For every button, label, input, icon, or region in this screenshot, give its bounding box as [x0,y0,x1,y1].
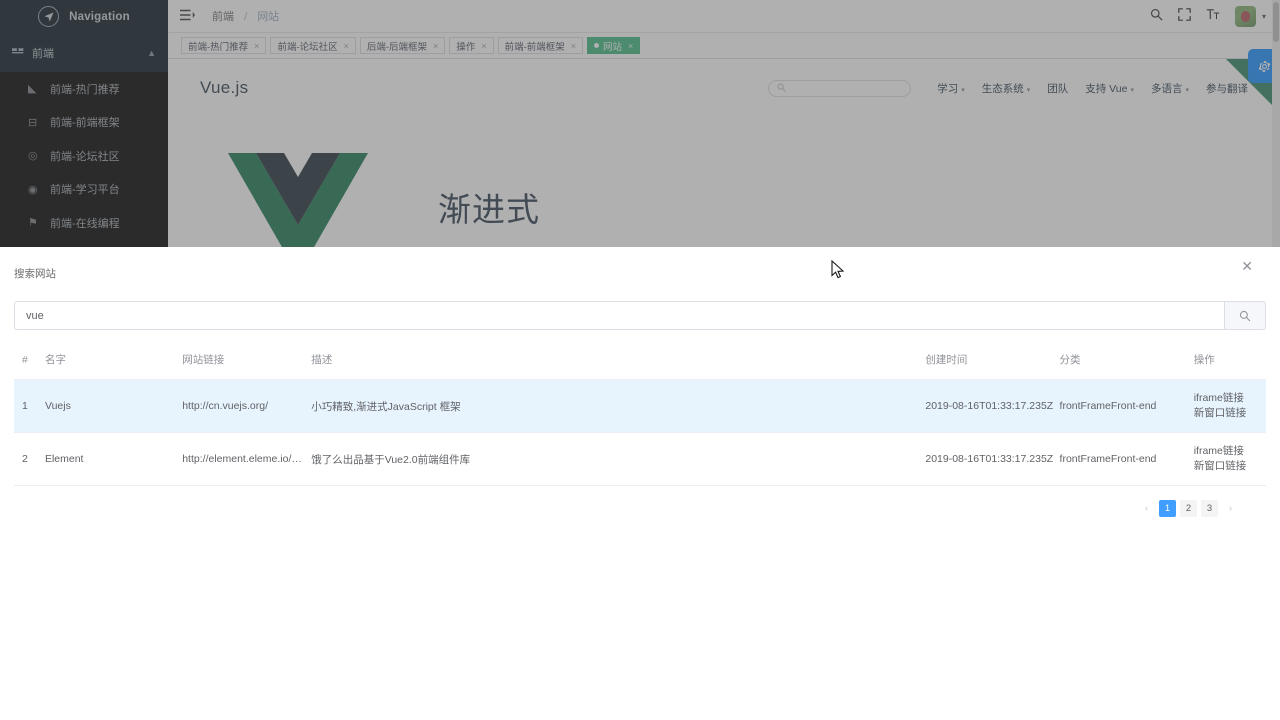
column-header-category: 分类 [1059,352,1194,380]
close-icon[interactable]: ✕ [1241,259,1253,273]
pagination-prev[interactable]: ‹ [1138,500,1155,517]
cell-ops: iframe链接 新窗口链接 [1193,379,1266,433]
table-header-row: # 名字 网站链接 描述 创建时间 分类 操作 [14,352,1266,380]
cell-link: http://element.eleme.io/#/z... [182,432,312,486]
cell-link-text: http://cn.vuejs.org/ [182,400,269,412]
column-header-link: 网站链接 [182,352,312,380]
cell-link-text: http://element.eleme.io/#/z... [182,453,303,465]
new-window-link-button[interactable]: 新窗口链接 [1194,459,1266,474]
results-table: # 名字 网站链接 描述 创建时间 分类 操作 1 Vuejs http://c… [14,352,1266,486]
cell-index: 1 [14,379,45,433]
column-header-ops: 操作 [1193,352,1266,380]
cell-category: frontFrameFront-end [1059,379,1194,433]
column-header-desc: 描述 [311,352,926,380]
column-header-created: 创建时间 [925,352,1060,380]
dialog-title: 搜索网站 [14,268,56,280]
table-body: 1 Vuejs http://cn.vuejs.org/ 小巧精致,渐进式Jav… [14,379,1266,486]
cell-link: http://cn.vuejs.org/ [182,379,312,433]
iframe-link-button[interactable]: iframe链接 [1194,391,1266,406]
cell-desc: 小巧精致,渐进式JavaScript 框架 [311,379,926,433]
column-header-name: 名字 [44,352,183,380]
new-window-link-button[interactable]: 新窗口链接 [1194,406,1266,421]
cell-created: 2019-08-16T01:33:17.235Z [925,379,1060,433]
dialog-body: # 名字 网站链接 描述 创建时间 分类 操作 1 Vuejs http://c… [0,287,1280,517]
iframe-link-button[interactable]: iframe链接 [1194,444,1266,459]
cell-name: Vuejs [44,379,183,433]
dialog-header: 搜索网站 ✕ [0,247,1280,287]
search-website-dialog: 搜索网站 ✕ # 名字 网站链接 描述 创建时间 分类 [0,247,1280,720]
pagination-page-1[interactable]: 1 [1159,500,1176,517]
mouse-cursor [831,259,845,285]
cell-index: 2 [14,432,45,486]
column-header-index: # [14,352,45,380]
pagination: ‹ 1 2 3 › [14,486,1266,517]
cell-ops: iframe链接 新窗口链接 [1193,432,1266,486]
search-input[interactable] [14,301,1224,330]
table-row[interactable]: 1 Vuejs http://cn.vuejs.org/ 小巧精致,渐进式Jav… [14,379,1266,433]
pagination-page-2[interactable]: 2 [1180,500,1197,517]
cell-desc: 饿了么出品基于Vue2.0前端组件库 [311,432,926,486]
table-head: # 名字 网站链接 描述 创建时间 分类 操作 [14,352,1266,380]
search-icon [1239,310,1251,321]
cell-created: 2019-08-16T01:33:17.235Z [925,432,1060,486]
pagination-next[interactable]: › [1222,500,1239,517]
table-row[interactable]: 2 Element http://element.eleme.io/#/z...… [14,432,1266,486]
search-button[interactable] [1224,301,1266,330]
pagination-page-3[interactable]: 3 [1201,500,1218,517]
cell-category: frontFrameFront-end [1059,432,1194,486]
cell-name: Element [44,432,183,486]
search-row [14,301,1266,330]
